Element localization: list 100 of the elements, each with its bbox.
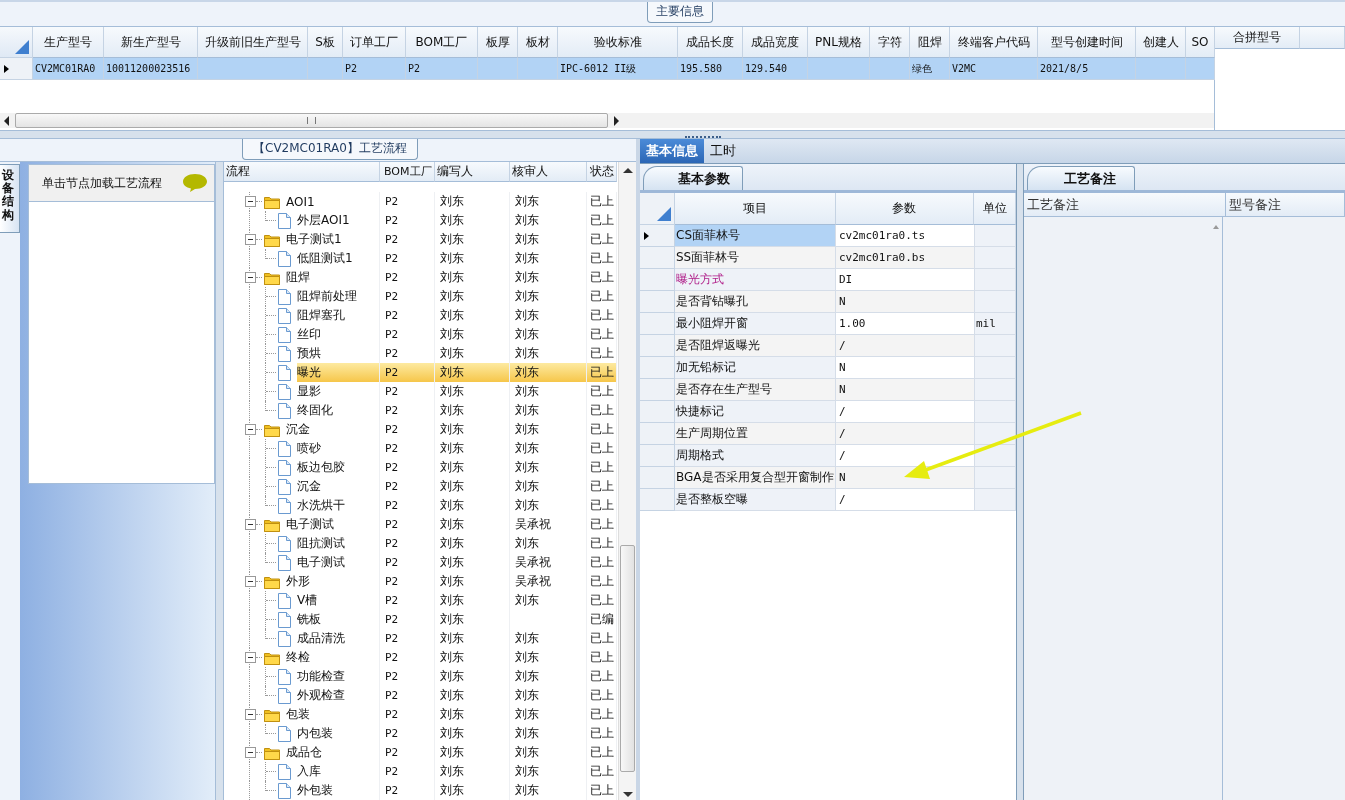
tree-row[interactable]: 外包装 P2 刘东 刘东 已上: [224, 781, 619, 800]
tree-row[interactable]: 内包装 P2 刘东 刘东 已上: [224, 724, 619, 743]
table-row[interactable]: 曝光方式 DI: [640, 269, 1016, 291]
column-header[interactable]: 新生产型号: [104, 27, 198, 58]
column-header[interactable]: 升级前旧生产型号: [198, 27, 308, 58]
collapse-icon[interactable]: [245, 576, 256, 587]
column-header[interactable]: 订单工厂: [343, 27, 406, 58]
tree-row[interactable]: 外形 P2 刘东 吴承祝 已上: [224, 572, 619, 591]
collapse-icon[interactable]: [245, 234, 256, 245]
column-header[interactable]: 板厚: [478, 27, 518, 58]
tree-label: 低阻测试1: [297, 250, 353, 267]
tree-row[interactable]: 阻抗测试 P2 刘东 刘东 已上: [224, 534, 619, 553]
table-cell: P2: [385, 632, 399, 645]
tree-row[interactable]: 铣板 P2 刘东 已编: [224, 610, 619, 629]
tree-row[interactable]: 阻焊 P2 刘东 刘东 已上: [224, 268, 619, 287]
table-row[interactable]: 是否存在生产型号 N: [640, 379, 1016, 401]
table-row[interactable]: BGA是否采用复合型开窗制作 N: [640, 467, 1016, 489]
table-row[interactable]: 最小阻焊开窗 1.00 mil: [640, 313, 1016, 335]
collapse-icon[interactable]: [245, 652, 256, 663]
table-cell: 已上: [590, 782, 614, 799]
tree-row[interactable]: 包装 P2 刘东 刘东 已上: [224, 705, 619, 724]
tab[interactable]: 工艺备注: [1027, 166, 1135, 190]
tab[interactable]: 基本信息: [640, 139, 704, 163]
tree-row[interactable]: 外观检查 P2 刘东 刘东 已上: [224, 686, 619, 705]
collapse-icon[interactable]: [245, 196, 256, 207]
collapse-icon[interactable]: [245, 272, 256, 283]
tree-row[interactable]: 成品清洗 P2 刘东 刘东 已上: [224, 629, 619, 648]
table-cell: 是否阻焊返曝光: [676, 337, 760, 354]
tree-row[interactable]: AOI1 P2 刘东 刘东 已上: [224, 192, 619, 211]
column-header[interactable]: 核审人: [510, 162, 587, 182]
column-header[interactable]: 创建人: [1136, 27, 1186, 58]
tree-row[interactable]: 沉金 P2 刘东 刘东 已上: [224, 420, 619, 439]
table-cell: P2: [385, 499, 399, 512]
column-header[interactable]: 验收标准: [558, 27, 678, 58]
tree-label: 电子测试: [286, 516, 334, 533]
column-header[interactable]: 编写人: [435, 162, 510, 182]
column-header[interactable]: 成品长度: [678, 27, 743, 58]
collapse-icon[interactable]: [245, 424, 256, 435]
collapse-icon[interactable]: [245, 747, 256, 758]
column-header[interactable]: 生产型号: [33, 27, 104, 58]
table-row[interactable]: CS面菲林号 cv2mc01ra0.ts: [640, 225, 1016, 247]
tree-row[interactable]: 低阻测试1 P2 刘东 刘东 已上: [224, 249, 619, 268]
tree-row[interactable]: 成品仓 P2 刘东 刘东 已上: [224, 743, 619, 762]
tree-label: 沉金: [286, 421, 310, 438]
tree-row[interactable]: 入库 P2 刘东 刘东 已上: [224, 762, 619, 781]
horizontal-scrollbar[interactable]: [0, 113, 1214, 128]
column-header[interactable]: 状态: [587, 162, 617, 182]
column-header[interactable]: S板: [308, 27, 343, 58]
tree-row[interactable]: 显影 P2 刘东 刘东 已上: [224, 382, 619, 401]
table-row[interactable]: 是否整板空曝 /: [640, 489, 1016, 511]
column-header[interactable]: 参数: [835, 193, 975, 225]
document-icon: [278, 326, 291, 343]
column-header[interactable]: SO: [1186, 27, 1215, 58]
column-header[interactable]: BOM工厂: [406, 27, 478, 58]
tree-row[interactable]: 电子测试 P2 刘东 吴承祝 已上: [224, 553, 619, 572]
column-header[interactable]: 板材: [518, 27, 558, 58]
column-header[interactable]: PNL规格: [808, 27, 870, 58]
table-row[interactable]: SS面菲林号 cv2mc01ra0.bs: [640, 247, 1016, 269]
column-header[interactable]: 字符: [870, 27, 910, 58]
tab[interactable]: 基本参数: [643, 166, 743, 190]
tree-row[interactable]: 喷砂 P2 刘东 刘东 已上: [224, 439, 619, 458]
table-row[interactable]: 是否背钻曝孔 N: [640, 291, 1016, 313]
table-row[interactable]: 加无铅标记 N: [640, 357, 1016, 379]
column-header[interactable]: 流程: [224, 162, 380, 182]
column-header[interactable]: 阻焊: [910, 27, 950, 58]
tab[interactable]: 工时: [704, 139, 742, 163]
table-row[interactable]: 是否阻焊返曝光 /: [640, 335, 1016, 357]
tree-row[interactable]: 电子测试 P2 刘东 吴承祝 已上: [224, 515, 619, 534]
tree-row[interactable]: 功能检查 P2 刘东 刘东 已上: [224, 667, 619, 686]
table-row[interactable]: 生产周期位置 /: [640, 423, 1016, 445]
tree-row[interactable]: 曝光 P2 刘东 刘东 已上: [224, 363, 619, 382]
tree-row[interactable]: V槽 P2 刘东 刘东 已上: [224, 591, 619, 610]
column-header[interactable]: 项目: [675, 193, 836, 225]
tree-row[interactable]: 外层AOI1 P2 刘东 刘东 已上: [224, 211, 619, 230]
table-row[interactable]: 周期格式 /: [640, 445, 1016, 467]
tree-row[interactable]: 水洗烘干 P2 刘东 刘东 已上: [224, 496, 619, 515]
column-header[interactable]: 单位: [974, 193, 1016, 225]
table-cell: 刘东: [440, 592, 464, 609]
column-header[interactable]: 合拼型号: [1215, 27, 1300, 49]
column-header[interactable]: 工艺备注: [1024, 193, 1226, 217]
column-header[interactable]: 终端客户代码: [950, 27, 1038, 58]
side-tab[interactable]: 设备结构: [0, 164, 20, 233]
collapse-icon[interactable]: [245, 709, 256, 720]
tree-row[interactable]: 板边包胶 P2 刘东 刘东 已上: [224, 458, 619, 477]
vertical-scrollbar[interactable]: [618, 162, 636, 800]
tree-label: 功能检查: [297, 668, 345, 685]
column-header[interactable]: 型号备注: [1226, 193, 1345, 217]
collapse-icon[interactable]: [245, 519, 256, 530]
tree-row[interactable]: 沉金 P2 刘东 刘东 已上: [224, 477, 619, 496]
tree-row[interactable]: 终检 P2 刘东 刘东 已上: [224, 648, 619, 667]
tree-row[interactable]: 电子测试1 P2 刘东 刘东 已上: [224, 230, 619, 249]
tree-row[interactable]: 丝印 P2 刘东 刘东 已上: [224, 325, 619, 344]
table-row[interactable]: CV2MC01RA0 10011200023516 P2 P2 IPC-6012 II级 195.580 129.540 绿色 V2MC 2021/8/5: [0, 58, 1214, 80]
tree-row[interactable]: 阻焊塞孔 P2 刘东 刘东 已上: [224, 306, 619, 325]
column-header[interactable]: BOM工厂: [380, 162, 435, 182]
tree-row[interactable]: 阻焊前处理 P2 刘东 刘东 已上: [224, 287, 619, 306]
table-row[interactable]: 快捷标记 /: [640, 401, 1016, 423]
column-header[interactable]: 型号创建时间: [1038, 27, 1136, 58]
tree-row[interactable]: 终固化 P2 刘东 刘东 已上: [224, 401, 619, 420]
column-header[interactable]: 成品宽度: [743, 27, 808, 58]
